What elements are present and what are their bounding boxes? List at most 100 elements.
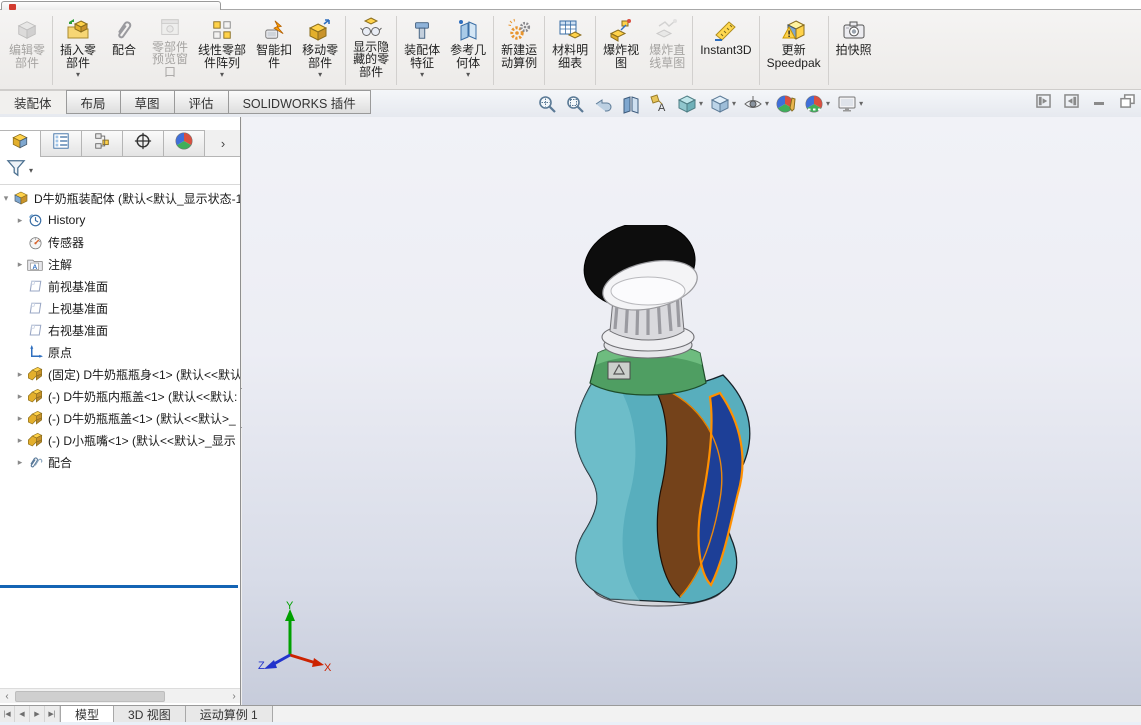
bottom-tab-model[interactable]: 模型 [60, 706, 115, 722]
minimize-button[interactable] [1091, 93, 1107, 108]
tab-nav-button-2[interactable]: ▶ [30, 706, 45, 722]
graphics-viewport[interactable]: Y X Z [242, 117, 1141, 705]
tab-nav-button-0[interactable]: |◀ [0, 706, 15, 722]
command-tab-assembly[interactable]: 装配体 [0, 90, 67, 114]
tree-root-assembly[interactable]: ▾ D牛奶瓶装配体 (默认<默认_显示状态-1> [0, 187, 240, 209]
view-settings-button[interactable]: ▾ [836, 93, 863, 115]
feature-manager-tab-icon [11, 132, 29, 155]
tree-item-label: 注解 [48, 257, 73, 272]
tree-item-label: (-) D牛奶瓶内瓶盖<1> (默认<<默认: [48, 389, 238, 404]
tree-item[interactable]: ▸ (-) D牛奶瓶内瓶盖<1> (默认<<默认: [0, 385, 240, 407]
bottom-tab-3d-views[interactable]: 3D 视图 [114, 706, 186, 722]
scroll-right-button[interactable]: › [227, 690, 240, 703]
expand-arrow-icon[interactable]: ▾ [0, 193, 12, 204]
exploded-view-button[interactable]: 爆炸视图 [598, 12, 644, 89]
dropdown-arrow-icon[interactable]: ▾ [732, 99, 736, 108]
smart-fasteners-button[interactable]: 智能扣件 [251, 12, 297, 89]
milk-bottle-model[interactable] [560, 225, 800, 625]
expand-arrow-icon[interactable]: ▸ [14, 259, 26, 270]
assembly-features-button[interactable]: 装配体 特征 ▾ [399, 12, 445, 89]
dimxpert-tab[interactable] [122, 130, 164, 157]
dropdown-arrow-icon[interactable]: ▾ [466, 70, 470, 80]
dropdown-arrow-icon[interactable]: ▾ [826, 99, 830, 108]
collapse-left-pane-button[interactable] [1035, 93, 1051, 108]
instant3d-button[interactable]: Instant3D [695, 12, 756, 89]
annotation-views-button[interactable]: A [648, 93, 670, 115]
component-preview-icon [159, 16, 181, 41]
expand-arrow-icon[interactable]: ▸ [14, 391, 26, 402]
mate-button[interactable]: 配合 [101, 12, 147, 89]
motion-study-button[interactable]: 新建运 动算例 [496, 12, 542, 89]
hide-show-items-button[interactable]: ▾ [742, 93, 769, 115]
zoom-fit-button[interactable] [536, 93, 558, 115]
filter-funnel-icon[interactable] [6, 159, 26, 182]
expand-arrow-icon[interactable]: ▸ [14, 369, 26, 380]
heads-up-view-toolbar: A ▾ ▾ ▾ ▾ ▾ [533, 91, 866, 116]
tree-item[interactable]: 传感器 [0, 231, 240, 253]
collapse-right-pane-button[interactable] [1063, 93, 1079, 108]
dropdown-arrow-icon[interactable]: ▾ [859, 99, 863, 108]
tree-item[interactable]: ▸ (-) D小瓶嘴<1> (默认<<默认>_显示 [0, 429, 240, 451]
tree-horizontal-scrollbar[interactable]: ‹ › [0, 688, 240, 703]
configuration-manager-tab[interactable] [81, 130, 123, 157]
svg-text:A: A [32, 263, 37, 270]
expand-arrow-icon[interactable]: ▸ [14, 413, 26, 424]
command-tab-evaluate[interactable]: 评估 [173, 90, 229, 114]
apply-scene-icon [803, 93, 825, 115]
instant3d-icon [713, 16, 739, 44]
tab-nav-button-1[interactable]: ◀ [15, 706, 30, 722]
display-manager-tab[interactable] [163, 130, 205, 157]
snapshot-button[interactable]: 拍快照 [831, 12, 877, 89]
tree-item[interactable]: ▸ History [0, 209, 240, 231]
zoom-to-area-button[interactable] [564, 93, 586, 115]
bottom-tab-motion-study-1[interactable]: 运动算例 1 [185, 706, 273, 722]
tree-item[interactable]: 原点 [0, 341, 240, 363]
panel-tabs-overflow-arrow[interactable]: › [205, 130, 240, 156]
edit-appearance-button[interactable] [775, 93, 797, 115]
dropdown-arrow-icon[interactable]: ▾ [220, 70, 224, 80]
ribbon-button-label: 装配体 [404, 43, 441, 57]
tree-item[interactable]: 右视基准面 [0, 319, 240, 341]
tree-item[interactable]: ▸ (-) D牛奶瓶瓶盖<1> (默认<<默认>_ [0, 407, 240, 429]
tree-item[interactable]: 前视基准面 [0, 275, 240, 297]
property-manager-tab[interactable] [40, 130, 82, 157]
tree-item[interactable]: 上视基准面 [0, 297, 240, 319]
previous-view-button[interactable] [592, 93, 614, 115]
bom-button[interactable]: 材料明 细表 [547, 12, 593, 89]
restore-button[interactable] [1119, 93, 1135, 108]
apply-scene-button[interactable]: ▾ [803, 93, 830, 115]
filter-dropdown-arrow[interactable]: ▾ [29, 166, 33, 175]
scrollbar-thumb[interactable] [15, 691, 165, 702]
tree-item[interactable]: ▸ A 注解 [0, 253, 240, 275]
ribbon-button-label: 何体 [456, 55, 481, 70]
insert-component-button[interactable]: 插入零 部件 ▾ [55, 12, 101, 89]
dropdown-arrow-icon[interactable]: ▾ [765, 99, 769, 108]
tree-item[interactable]: ▸ 配合 [0, 451, 240, 473]
feature-manager-tab[interactable] [0, 130, 41, 157]
expand-arrow-icon[interactable]: ▸ [14, 215, 26, 226]
section-view-button[interactable] [620, 93, 642, 115]
expand-arrow-icon[interactable]: ▸ [14, 435, 26, 446]
command-tab-addins[interactable]: SOLIDWORKS 插件 [227, 90, 371, 114]
display-style-button[interactable]: ▾ [709, 93, 736, 115]
show-hidden-button[interactable]: 显示隐 藏的零 部件 [348, 12, 394, 89]
command-tab-layout[interactable]: 布局 [65, 90, 121, 114]
move-component-button[interactable]: 移动零 部件 ▾ [297, 12, 343, 89]
linear-pattern-button[interactable]: 线性零部 件阵列 ▾ [193, 12, 251, 89]
ribbon-group: 插入零 部件 ▾ 配合 零部件 预览窗口线性零部 件阵列 ▾ 智能扣件移动零 部件 ▾ [55, 12, 343, 89]
dropdown-arrow-icon[interactable]: ▾ [420, 70, 424, 80]
reference-geometry-button[interactable]: 参考几 何体 ▾ [445, 12, 491, 89]
speedpak-button[interactable]: 更新 Speedpak [762, 12, 826, 89]
tab-nav-button-3[interactable]: ▶| [45, 706, 60, 722]
dropdown-arrow-icon[interactable]: ▾ [699, 99, 703, 108]
tree-item[interactable]: ▸ (固定) D牛奶瓶瓶身<1> (默认<<默认 [0, 363, 240, 385]
dropdown-arrow-icon[interactable]: ▾ [76, 70, 80, 80]
dropdown-arrow-icon[interactable]: ▾ [318, 70, 322, 80]
reference-geometry-icon [456, 16, 480, 44]
scroll-left-button[interactable]: ‹ [0, 690, 14, 703]
command-tab-sketch[interactable]: 草图 [119, 90, 175, 114]
move-component-icon [308, 16, 332, 44]
rollback-bar[interactable] [0, 585, 238, 588]
view-orientation-button[interactable]: ▾ [676, 93, 703, 115]
expand-arrow-icon[interactable]: ▸ [14, 457, 26, 468]
